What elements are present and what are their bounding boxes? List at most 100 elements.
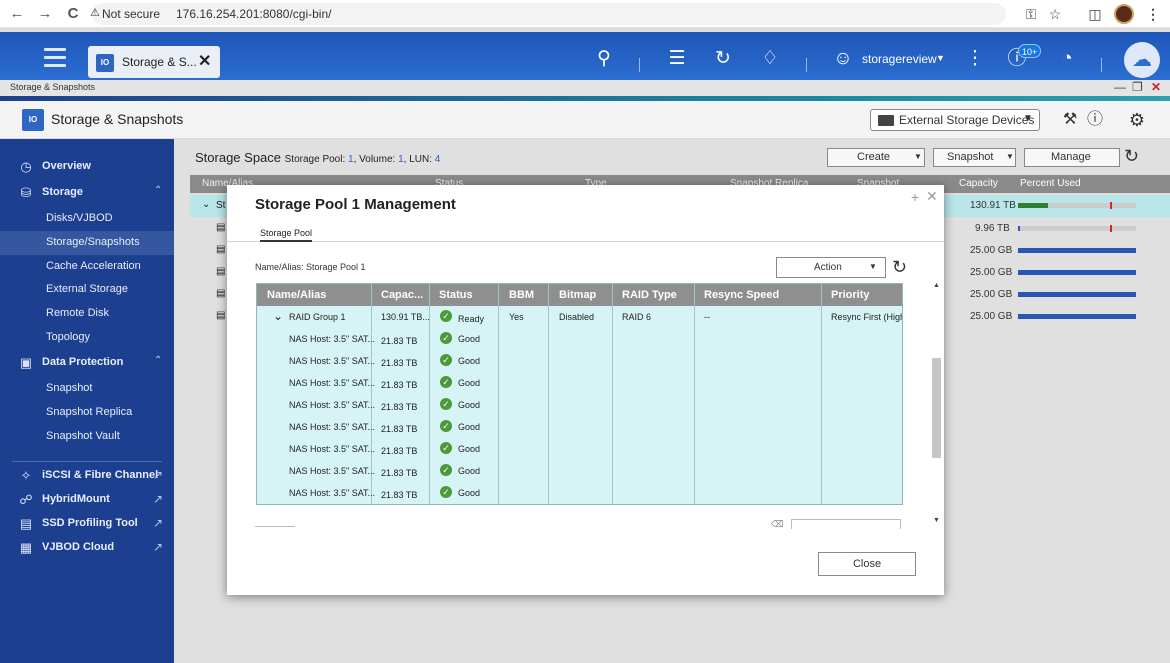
manage-button[interactable]: Manage [1024, 148, 1120, 167]
capacity-value: 25.00 GB [970, 311, 1013, 322]
sidebar-item-topology[interactable]: Topology [0, 326, 174, 350]
lun-icon: ▤ [216, 244, 226, 255]
close-window-icon[interactable]: ✕ [1151, 80, 1161, 94]
sidebar-item-vjbod-cloud[interactable]: ▦ VJBOD Cloud ↗ [0, 536, 174, 560]
maximize-icon[interactable]: + [911, 189, 919, 205]
sidebar-item-storage[interactable]: ⛁ Storage ⌃ [0, 181, 174, 205]
tab-storage-pool[interactable]: Storage Pool [260, 228, 313, 242]
minimize-icon[interactable]: — [1114, 80, 1126, 94]
disk-row[interactable]: NAS Host: 3.5" SAT... 21.83 TB ✓ Good [257, 438, 902, 460]
sidebar-item-label: Disks/VJBOD [46, 212, 113, 224]
star-icon[interactable]: ☆ [1046, 5, 1064, 23]
browser-menu-icon[interactable]: ⋮ [1144, 5, 1162, 23]
group-bitmap: Disabled [559, 312, 595, 322]
sync-icon[interactable]: ↻ [710, 46, 736, 72]
raid-group-row[interactable]: ⌄ RAID Group 1 130.91 TB... ✓ Ready Yes … [257, 306, 902, 328]
side-panel-icon[interactable]: ◫ [1086, 5, 1104, 23]
main-menu-icon[interactable] [44, 48, 66, 68]
refresh-icon[interactable]: ↻ [1124, 146, 1139, 167]
storage-pool-management-dialog: Storage Pool 1 Management + ✕ Storage Po… [227, 185, 944, 595]
capacity-value: 25.00 GB [970, 289, 1013, 300]
disk-row[interactable]: NAS Host: 3.5" SAT... 21.83 TB ✓ Good [257, 460, 902, 482]
sidebar-item-external-storage[interactable]: External Storage [0, 278, 174, 302]
warning-icon: ⚠ [90, 7, 100, 19]
column-header[interactable]: Name/Alias [267, 289, 326, 301]
profile-avatar[interactable] [1114, 4, 1134, 24]
check-icon: ✓ [440, 398, 452, 410]
clipped-dropdown[interactable] [791, 519, 901, 529]
column-header[interactable]: Resync Speed [704, 289, 779, 301]
tasks-icon[interactable]: ☰ [664, 46, 690, 72]
storage-space-summary: Storage Space Storage Pool: 1, Volume: 1… [195, 150, 440, 165]
sidebar-item-snapshot-vault[interactable]: Snapshot Vault [0, 425, 174, 449]
forward-button[interactable]: → [36, 5, 54, 23]
disk-name: NAS Host: 3.5" SAT... [289, 488, 376, 498]
chevron-down-icon[interactable]: ⌄ [273, 309, 283, 323]
trash-icon[interactable]: ⌫ [771, 519, 784, 529]
scroll-down-icon[interactable]: ▼ [933, 517, 940, 524]
scroll-thumb[interactable] [932, 358, 941, 458]
usage-bar [1018, 202, 1136, 209]
sidebar-item-hybridmount[interactable]: ☍ HybridMount ↗ [0, 488, 174, 512]
table-header: Name/Alias Capac... Status BBM Bitmap RA… [257, 284, 902, 306]
disk-status: Good [458, 466, 481, 476]
external-link-icon: ↗ [153, 492, 164, 506]
back-button[interactable]: ← [8, 5, 26, 23]
resource-monitor-icon[interactable]: ◔ [1054, 46, 1080, 72]
sidebar-item-snapshot[interactable]: Snapshot [0, 377, 174, 401]
search-icon[interactable]: ⚲ [591, 46, 617, 72]
column-header[interactable]: Capac... [381, 289, 423, 301]
cloud-icon[interactable]: ☁ [1124, 42, 1160, 78]
restore-icon[interactable]: ❐ [1132, 80, 1143, 94]
close-button[interactable]: Close [818, 552, 916, 576]
address-bar[interactable]: ⚠ Not secure 176.16.254.201:8080/cgi-bin… [90, 3, 1006, 25]
disk-status: Good [458, 400, 481, 410]
chevron-up-icon: ⌃ [154, 185, 163, 196]
check-icon: ✓ [440, 332, 452, 344]
column-header[interactable]: Priority [831, 289, 870, 301]
close-icon[interactable]: ✕ [198, 51, 211, 71]
reload-button[interactable]: C [64, 5, 82, 23]
sidebar-item-data-protection[interactable]: ▣ Data Protection ⌃ [0, 351, 174, 375]
bell-icon[interactable]: ♢ [757, 46, 783, 72]
create-button[interactable]: Create ▼ [827, 148, 925, 167]
chevron-down-icon[interactable]: ▼ [936, 53, 945, 63]
refresh-icon[interactable]: ↻ [892, 257, 907, 278]
disk-row[interactable]: NAS Host: 3.5" SAT... 21.83 TB ✓ Good [257, 394, 902, 416]
sidebar-item-ssd-profiling[interactable]: ▤ SSD Profiling Tool ↗ [0, 512, 174, 536]
sidebar-item-storage-snapshots[interactable]: Storage/Snapshots [0, 231, 174, 255]
sidebar-item-overview[interactable]: ◷ Overview [0, 155, 174, 179]
dialog-scrollbar[interactable]: ▲ ▼ [931, 281, 942, 527]
disk-row[interactable]: NAS Host: 3.5" SAT... 21.83 TB ✓ Good [257, 372, 902, 394]
disk-row[interactable]: NAS Host: 3.5" SAT... 21.83 TB ✓ Good [257, 328, 902, 350]
gear-icon[interactable]: ⚙ [1127, 110, 1147, 130]
url-text[interactable]: 176.16.254.201:8080/cgi-bin/ [176, 7, 331, 21]
sidebar-item-snapshot-replica[interactable]: Snapshot Replica [0, 401, 174, 425]
action-dropdown[interactable]: Action ▼ [776, 257, 886, 278]
column-header[interactable]: Bitmap [559, 289, 596, 301]
tools-icon[interactable]: ⚒ [1060, 110, 1080, 130]
column-header[interactable]: Status [439, 289, 473, 301]
sidebar-item-cache-acceleration[interactable]: Cache Acceleration [0, 255, 174, 279]
sidebar-item-iscsi[interactable]: ✧ iSCSI & Fibre Channel ↗ [0, 464, 174, 488]
more-options-icon[interactable]: ⋮ [962, 46, 988, 72]
disk-row[interactable]: NAS Host: 3.5" SAT... 21.83 TB ✓ Good [257, 482, 902, 504]
sidebar-item-remote-disk[interactable]: Remote Disk [0, 302, 174, 326]
key-icon[interactable]: ⚿ [1022, 5, 1040, 23]
cloud-storage-icon: ▦ [19, 540, 33, 555]
user-icon[interactable]: ☺ [830, 46, 856, 72]
user-menu[interactable]: storagereview [862, 52, 937, 66]
disk-row[interactable]: NAS Host: 3.5" SAT... 21.83 TB ✓ Good [257, 350, 902, 372]
column-header[interactable]: RAID Type [622, 289, 677, 301]
sidebar-item-disks[interactable]: Disks/VJBOD [0, 207, 174, 231]
snapshot-button[interactable]: Snapshot ▼ [933, 148, 1016, 167]
app-tab-storage[interactable]: IO Storage & S... ✕ [88, 46, 220, 78]
not-secure-label[interactable]: Not secure [102, 7, 160, 21]
help-icon[interactable]: ⓘ [1085, 110, 1105, 130]
external-storage-dropdown[interactable]: External Storage Devices ▼ [870, 109, 1040, 131]
disk-row[interactable]: NAS Host: 3.5" SAT... 21.83 TB ✓ Good [257, 416, 902, 438]
scroll-up-icon[interactable]: ▲ [933, 282, 940, 289]
capacity-value: 130.91 TB [970, 200, 1016, 211]
close-icon[interactable]: ✕ [926, 188, 938, 205]
column-header[interactable]: BBM [509, 289, 534, 301]
